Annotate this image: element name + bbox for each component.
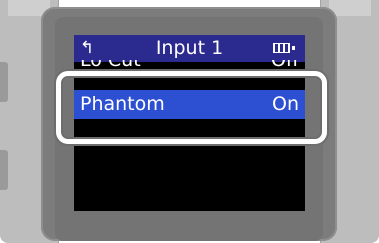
battery-icon (273, 43, 295, 53)
highlight-callout-ring (56, 71, 327, 144)
screen-title: Input 1 (155, 37, 224, 59)
left-side-button-lower[interactable] (0, 150, 8, 190)
screen-header: ↰ Input 1 (74, 35, 305, 62)
recorder-device: ↰ Input 1 Lo Cut Off Phantom On 1&2 Link… (0, 0, 379, 243)
left-side-button-upper[interactable] (0, 62, 8, 102)
